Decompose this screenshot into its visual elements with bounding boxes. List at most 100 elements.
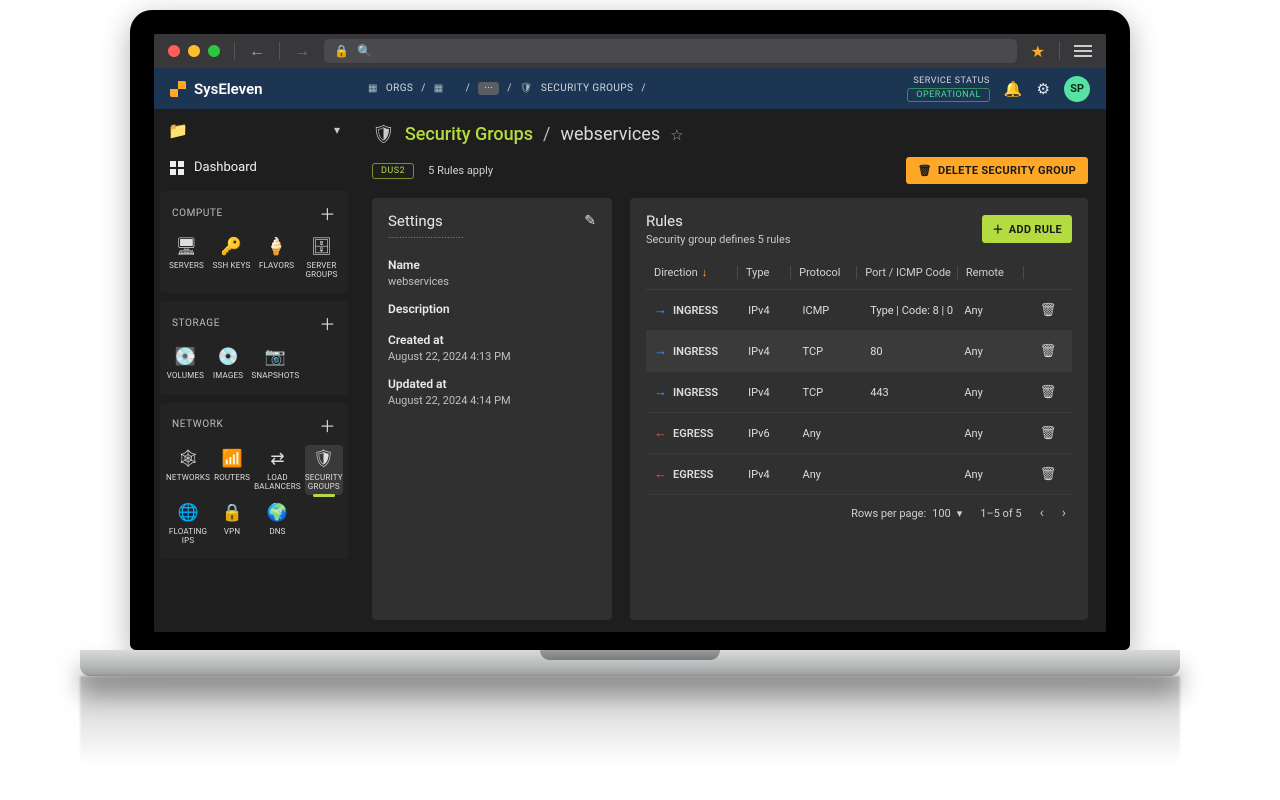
section-title: COMPUTE [172,208,223,219]
add-network-icon[interactable]: ＋ [319,413,336,437]
sidebar-item-ssh-keys[interactable]: 🔑SSH KEYS [211,233,252,283]
sidebar-item-dashboard[interactable]: Dashboard [160,152,348,183]
image-icon: 💿 [217,347,238,367]
server-group-icon: 🗄 [311,237,333,257]
shield-icon: 🛡 [313,449,335,469]
table-row[interactable]: ←EGRESSIPv4AnyAny🗑 [646,454,1072,495]
col-direction[interactable]: Direction↓ [654,266,738,279]
sidebar-item-routers[interactable]: 📶ROUTERS [214,445,250,495]
favorite-star-icon[interactable]: ☆ [670,126,683,144]
browser-menu-icon[interactable] [1074,45,1092,57]
add-compute-icon[interactable]: ＋ [319,201,336,225]
plus-icon: ＋ [992,221,1003,237]
sidebar-item-dns[interactable]: 🌍DNS [254,499,301,549]
table-row[interactable]: →INGRESSIPv4ICMPType | Code: 8 | 0Any🗑 [646,290,1072,331]
delete-security-group-button[interactable]: 🗑 DELETE SECURITY GROUP [906,157,1088,184]
cell-direction: ←EGRESS [654,425,740,441]
camera-icon: 📷 [265,347,286,367]
url-bar[interactable]: 🔒 🔍 [324,39,1017,63]
close-window-icon[interactable] [168,45,180,57]
sidebar-item-security-groups[interactable]: 🛡SECURITY GROUPS [305,445,343,495]
window-controls[interactable] [168,45,220,57]
service-status[interactable]: SERVICE STATUS OPERATIONAL [907,76,990,102]
avatar[interactable]: SP [1064,76,1090,102]
dns-icon: 🌍 [267,503,288,523]
sidebar-item-server-groups[interactable]: 🗄SERVER GROUPS [301,233,342,283]
notifications-icon[interactable]: 🔔 [1004,80,1023,98]
lock-icon: 🔒 [334,44,349,58]
page-subheader: DUS2 5 Rules apply 🗑 DELETE SECURITY GRO… [372,157,1088,184]
back-button[interactable]: ← [249,41,265,61]
cell-direction: →INGRESS [654,343,740,359]
cell-type: IPv4 [748,345,794,358]
cell-port: 443 [870,386,956,399]
rules-panel: Rules Security group defines 5 rules ＋ A… [630,198,1088,620]
col-type[interactable]: Type [746,266,791,279]
ingress-arrow-icon: → [654,384,667,400]
delete-rule-icon[interactable]: 🗑 [1032,426,1064,441]
browser-topbar: ← → 🔒 🔍 ★ [154,34,1106,68]
project-icon: ▦ [434,83,444,94]
cell-remote: Any [964,468,1024,481]
delete-rule-icon[interactable]: 🗑 [1032,303,1064,318]
table-row[interactable]: →INGRESSIPv4TCP443Any🗑 [646,372,1072,413]
brand-logo-icon [170,81,186,97]
settings-subtitle: ··························· [388,233,596,244]
cell-protocol: Any [803,427,863,440]
router-icon: 📶 [222,449,243,469]
breadcrumb-chip[interactable]: ··· [478,82,499,95]
network-icon: 🕸 [177,449,199,469]
sidebar-item-snapshots[interactable]: 📷SNAPSHOTS [251,343,299,384]
sidebar: 📁 ▾ Dashboard COMPUTE ＋ [154,110,354,632]
rows-per-page[interactable]: Rows per page: 100 ▾ [851,507,962,520]
table-row[interactable]: →INGRESSIPv4TCP80Any🗑 [646,331,1072,372]
rules-title: Rules [646,212,791,230]
cell-port: Type | Code: 8 | 0 [870,304,956,317]
cell-remote: Any [964,345,1024,358]
sidebar-item-servers[interactable]: 🖥SERVERS [166,233,207,283]
sidebar-section-storage: STORAGE ＋ 💽VOLUMES 💿IMAGES 📷SNAPSHOTS [160,301,348,394]
add-storage-icon[interactable]: ＋ [319,311,336,335]
separator [279,42,280,60]
content: 📁 ▾ Dashboard COMPUTE ＋ [154,110,1106,632]
key-icon: 🔑 [221,237,242,257]
cell-type: IPv4 [748,304,794,317]
next-page-button[interactable]: › [1062,505,1066,521]
load-balancer-icon: ⇄ [270,449,284,469]
sidebar-item-vpn[interactable]: 🔒VPN [214,499,250,549]
sidebar-project-selector[interactable]: 📁 ▾ [160,116,348,144]
sidebar-item-flavors[interactable]: 🍦FLAVORS [256,233,297,283]
page-title: 🛡 Security Groups / webservices ☆ [372,124,1088,145]
col-port[interactable]: Port / ICMP Code [865,266,958,279]
delete-rule-icon[interactable]: 🗑 [1032,385,1064,400]
sidebar-item-images[interactable]: 💿IMAGES [209,343,248,384]
minimize-window-icon[interactable] [188,45,200,57]
prev-page-button[interactable]: ‹ [1040,505,1044,521]
settings-gear-icon[interactable]: ⚙ [1037,80,1050,98]
sidebar-item-networks[interactable]: 🕸NETWORKS [166,445,210,495]
col-protocol[interactable]: Protocol [799,266,857,279]
forward-button[interactable]: → [294,41,310,61]
delete-rule-icon[interactable]: 🗑 [1032,467,1064,482]
table-row[interactable]: ←EGRESSIPv6AnyAny🗑 [646,413,1072,454]
breadcrumb-security-groups[interactable]: SECURITY GROUPS [541,83,633,94]
breadcrumb-orgs[interactable]: ORGS [386,83,413,94]
egress-arrow-icon: ← [654,466,667,482]
separator [234,42,235,60]
updated-value: August 22, 2024 4:14 PM [388,394,596,407]
updated-label: Updated at [388,377,596,391]
rules-table-footer: Rows per page: 100 ▾ 1–5 of 5 ‹ › [646,495,1072,521]
section-link[interactable]: Security Groups [405,124,533,145]
sidebar-item-floating-ips[interactable]: 🌐FLOATING IPS [166,499,210,549]
rules-apply-text: 5 Rules apply [428,164,493,177]
edit-icon[interactable]: ✎ [584,213,596,229]
brand[interactable]: SysEleven [170,80,354,98]
delete-rule-icon[interactable]: 🗑 [1032,344,1064,359]
sidebar-item-load-balancers[interactable]: ⇄LOAD BALANCERS [254,445,301,495]
col-remote[interactable]: Remote [966,266,1024,279]
add-rule-button[interactable]: ＋ ADD RULE [982,215,1072,243]
maximize-window-icon[interactable] [208,45,220,57]
bookmark-star-icon[interactable]: ★ [1031,42,1045,61]
sidebar-item-volumes[interactable]: 💽VOLUMES [166,343,205,384]
ingress-arrow-icon: → [654,302,667,318]
